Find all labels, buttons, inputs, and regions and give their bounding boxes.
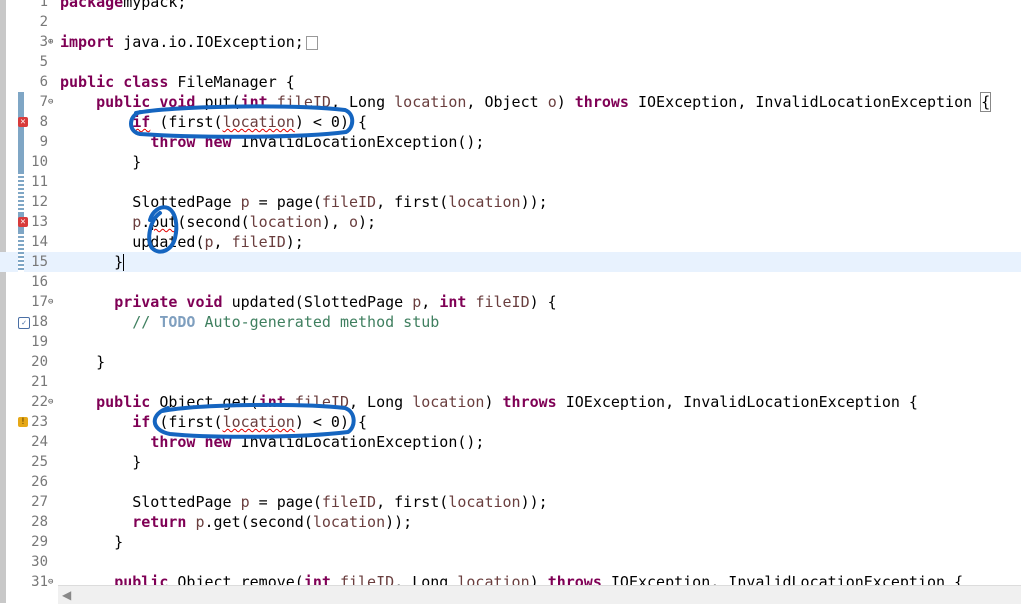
horizontal-scrollbar[interactable]: ◀ bbox=[58, 585, 1021, 604]
code-text[interactable]: return p.get(second(location)); bbox=[60, 512, 412, 532]
line-number: 23 bbox=[31, 414, 48, 430]
collapse-fold-icon[interactable]: ⊖ bbox=[48, 292, 53, 312]
line-number: 10 bbox=[31, 154, 48, 170]
code-text[interactable]: throw new InvalidLocationException(); bbox=[60, 132, 484, 152]
code-line[interactable]: 27 SlottedPage p = page(fileID, first(lo… bbox=[0, 492, 1021, 512]
line-number: 1 bbox=[39, 0, 48, 10]
code-text[interactable]: if (first(location) < 0) { bbox=[60, 112, 367, 132]
code-line[interactable]: 7 ⊖ public void put(int fileID, Long loca… bbox=[0, 92, 1021, 112]
code-line[interactable]: 16 bbox=[0, 272, 1021, 292]
line-number: 17 bbox=[31, 294, 48, 310]
code-line[interactable]: 3 ⊕ import java.io.IOException; bbox=[0, 32, 1021, 52]
line-number: 9 bbox=[39, 134, 48, 150]
folded-imports-icon[interactable] bbox=[305, 35, 318, 50]
code-line[interactable]: 29 } bbox=[0, 532, 1021, 552]
code-line[interactable]: 30 bbox=[0, 552, 1021, 572]
code-line[interactable]: 20 } bbox=[0, 352, 1021, 372]
line-number: 27 bbox=[31, 494, 48, 510]
code-line[interactable]: 11 bbox=[0, 172, 1021, 192]
collapse-fold-icon[interactable]: ⊖ bbox=[48, 92, 53, 112]
text-cursor bbox=[123, 254, 125, 271]
code-line[interactable]: ✕ 8 if (first(location) < 0) { bbox=[0, 112, 1021, 132]
line-number: 28 bbox=[31, 514, 48, 530]
line-number: 5 bbox=[39, 54, 48, 70]
code-text[interactable]: } bbox=[60, 252, 125, 272]
code-line[interactable]: ✕ 13 p.put(second(location), o); bbox=[0, 212, 1021, 232]
code-line[interactable]: 6 public class FileManager { bbox=[0, 72, 1021, 92]
line-number: 25 bbox=[31, 454, 48, 470]
line-number: 13 bbox=[31, 214, 48, 230]
line-number: 6 bbox=[39, 74, 48, 90]
line-number: 2 bbox=[39, 14, 48, 30]
code-text[interactable]: import java.io.IOException; bbox=[60, 32, 318, 52]
line-number: 3 bbox=[39, 34, 48, 50]
code-text[interactable]: public Object get(int fileID, Long locat… bbox=[60, 392, 918, 412]
line-number: 7 bbox=[39, 94, 48, 110]
code-text[interactable]: throw new InvalidLocationException(); bbox=[60, 432, 484, 452]
code-line[interactable]: 15 } bbox=[0, 252, 1021, 272]
code-text[interactable]: SlottedPage p = page(fileID, first(locat… bbox=[60, 192, 547, 212]
code-text[interactable]: } bbox=[60, 532, 123, 552]
line-number: 12 bbox=[31, 194, 48, 210]
line-number: 15 bbox=[31, 254, 48, 270]
code-line[interactable]: 5 bbox=[0, 52, 1021, 72]
expand-fold-icon[interactable]: ⊕ bbox=[48, 32, 53, 52]
line-number: 16 bbox=[31, 274, 48, 290]
code-line[interactable]: 24 throw new InvalidLocationException(); bbox=[0, 432, 1021, 452]
code-text[interactable]: } bbox=[60, 352, 105, 372]
line-number: 31 bbox=[31, 574, 48, 590]
line-number: 14 bbox=[31, 234, 48, 250]
code-text[interactable]: if (first(location) < 0) { bbox=[60, 412, 367, 432]
code-text[interactable]: SlottedPage p = page(fileID, first(locat… bbox=[60, 492, 547, 512]
code-line[interactable]: 25 } bbox=[0, 452, 1021, 472]
code-line[interactable]: 12 SlottedPage p = page(fileID, first(lo… bbox=[0, 192, 1021, 212]
line-number: 29 bbox=[31, 534, 48, 550]
code-line[interactable]: 2 bbox=[0, 12, 1021, 32]
code-text[interactable]: // TODO Auto-generated method stub bbox=[60, 312, 439, 332]
code-line[interactable]: 14 updated(p, fileID); bbox=[0, 232, 1021, 252]
code-text[interactable]: public class FileManager { bbox=[60, 72, 295, 92]
code-line[interactable]: 1 packagemypack; bbox=[0, 0, 1021, 12]
code-line[interactable]: 22 ⊖ public Object get(int fileID, Long l… bbox=[0, 392, 1021, 412]
line-number: 11 bbox=[31, 174, 48, 190]
line-number: 24 bbox=[31, 434, 48, 450]
code-text[interactable]: private void updated(SlottedPage p, int … bbox=[60, 292, 557, 312]
code-line[interactable]: 21 bbox=[0, 372, 1021, 392]
line-number: 19 bbox=[31, 334, 48, 350]
line-number: 22 bbox=[31, 394, 48, 410]
code-text[interactable]: } bbox=[60, 452, 141, 472]
code-line[interactable]: 17 ⊖ private void updated(SlottedPage p, … bbox=[0, 292, 1021, 312]
code-text[interactable]: updated(p, fileID); bbox=[60, 232, 304, 252]
line-number: 21 bbox=[31, 374, 48, 390]
code-line[interactable]: 9 throw new InvalidLocationException(); bbox=[0, 132, 1021, 152]
code-line[interactable]: 10 } bbox=[0, 152, 1021, 172]
collapse-fold-icon[interactable]: ⊖ bbox=[48, 392, 53, 412]
line-number: 26 bbox=[31, 474, 48, 490]
code-text[interactable]: packagemypack; bbox=[60, 0, 186, 12]
code-text[interactable]: p.put(second(location), o); bbox=[60, 212, 376, 232]
code-text[interactable]: } bbox=[60, 152, 141, 172]
collapse-fold-icon[interactable]: ⊖ bbox=[48, 572, 53, 592]
line-number: 8 bbox=[39, 114, 48, 130]
line-number: 20 bbox=[31, 354, 48, 370]
code-line[interactable]: ! 23 if (first(location) < 0) { bbox=[0, 412, 1021, 432]
code-line[interactable]: 19 bbox=[0, 332, 1021, 352]
line-number: 18 bbox=[31, 314, 48, 330]
code-text[interactable]: public void put(int fileID, Long locatio… bbox=[60, 92, 992, 112]
scroll-left-icon[interactable]: ◀ bbox=[62, 588, 71, 602]
code-line[interactable]: 26 bbox=[0, 472, 1021, 492]
code-line[interactable]: ✓ 18 // TODO Auto-generated method stub bbox=[0, 312, 1021, 332]
line-number: 30 bbox=[31, 554, 48, 570]
code-line[interactable]: 28 return p.get(second(location)); bbox=[0, 512, 1021, 532]
